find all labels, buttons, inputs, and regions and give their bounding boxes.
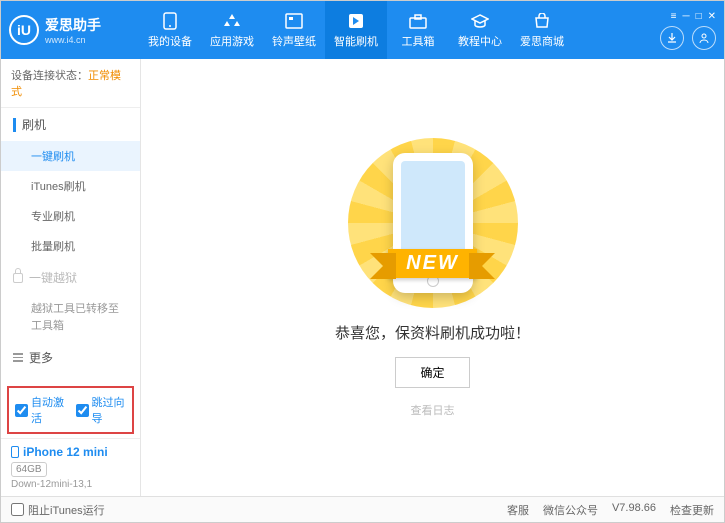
check-auto-activate[interactable]: 自动激活 (15, 394, 66, 426)
app-name: 爱思助手 (45, 15, 101, 35)
download-icon[interactable] (660, 26, 684, 50)
top-nav: 我的设备 应用游戏 铃声壁纸 智能刷机 工具箱 教程中心 爱思商城 (139, 1, 660, 59)
close-icon[interactable]: ✕ (708, 11, 716, 22)
app-header: iU 爱思助手 www.i4.cn 我的设备 应用游戏 铃声壁纸 智能刷机 工具… (1, 1, 724, 59)
wallpaper-icon (284, 12, 304, 30)
block-itunes-check[interactable]: 阻止iTunes运行 (11, 502, 105, 518)
item-itunes-flash[interactable]: iTunes刷机 (1, 171, 140, 201)
nav-toolbox[interactable]: 工具箱 (387, 1, 449, 59)
menu-lines-icon (13, 353, 23, 362)
view-log-link[interactable]: 查看日志 (411, 402, 455, 418)
logo-icon: iU (9, 15, 39, 45)
new-ribbon: NEW (388, 249, 477, 278)
menu-icon[interactable]: ≡ (671, 11, 677, 22)
logo-area: iU 爱思助手 www.i4.cn (9, 15, 139, 45)
sidebar: 设备连接状态：正常模式 刷机 一键刷机 iTunes刷机 专业刷机 批量刷机 一… (1, 59, 141, 496)
options-box: 自动激活 跳过向导 (7, 386, 134, 434)
link-update[interactable]: 检查更新 (670, 502, 714, 518)
maximize-icon[interactable]: □ (696, 11, 702, 22)
cat-more[interactable]: 更多 (1, 341, 140, 374)
window-controls: ≡ ─ □ ✕ (671, 11, 716, 22)
cat-flash[interactable]: 刷机 (1, 108, 140, 141)
store-icon (532, 12, 552, 30)
link-service[interactable]: 客服 (507, 502, 529, 518)
nav-my-device[interactable]: 我的设备 (139, 1, 201, 59)
item-batch-flash[interactable]: 批量刷机 (1, 231, 140, 261)
tutorial-icon (470, 12, 490, 30)
item-oneclick-flash[interactable]: 一键刷机 (1, 141, 140, 171)
success-message: 恭喜您，保资料刷机成功啦！ (335, 322, 530, 343)
nav-ringtone[interactable]: 铃声壁纸 (263, 1, 325, 59)
ok-button[interactable]: 确定 (395, 357, 469, 388)
cat-jailbreak: 一键越狱 (1, 261, 140, 294)
phone-icon (160, 12, 180, 30)
device-sub: Down-12mini-13,1 (11, 479, 130, 490)
link-wechat[interactable]: 微信公众号 (543, 502, 598, 518)
app-url: www.i4.cn (45, 35, 101, 45)
device-info[interactable]: iPhone 12 mini 64GB Down-12mini-13,1 (1, 438, 140, 496)
main-content: NEW 恭喜您，保资料刷机成功啦！ 确定 查看日志 (141, 59, 724, 496)
success-graphic: NEW (358, 138, 508, 308)
toolbox-icon (408, 12, 428, 30)
item-pro-flash[interactable]: 专业刷机 (1, 201, 140, 231)
nav-apps[interactable]: 应用游戏 (201, 1, 263, 59)
user-icon[interactable] (692, 26, 716, 50)
item-other-tools[interactable]: 其他工具 (1, 374, 140, 382)
nav-tutorial[interactable]: 教程中心 (449, 1, 511, 59)
minimize-icon[interactable]: ─ (682, 11, 689, 22)
check-skip-wizard[interactable]: 跳过向导 (76, 394, 127, 426)
phone-small-icon (11, 446, 19, 458)
apps-icon (222, 12, 242, 30)
jailbreak-note: 越狱工具已转移至工具箱 (1, 294, 140, 341)
storage-badge: 64GB (11, 462, 47, 477)
footer: 阻止iTunes运行 客服 微信公众号 V7.98.66 检查更新 (1, 496, 724, 522)
device-status: 设备连接状态：正常模式 (1, 59, 140, 108)
nav-flash[interactable]: 智能刷机 (325, 1, 387, 59)
version-text: V7.98.66 (612, 502, 656, 518)
lock-icon (13, 273, 23, 283)
flash-icon (346, 12, 366, 30)
nav-store[interactable]: 爱思商城 (511, 1, 573, 59)
